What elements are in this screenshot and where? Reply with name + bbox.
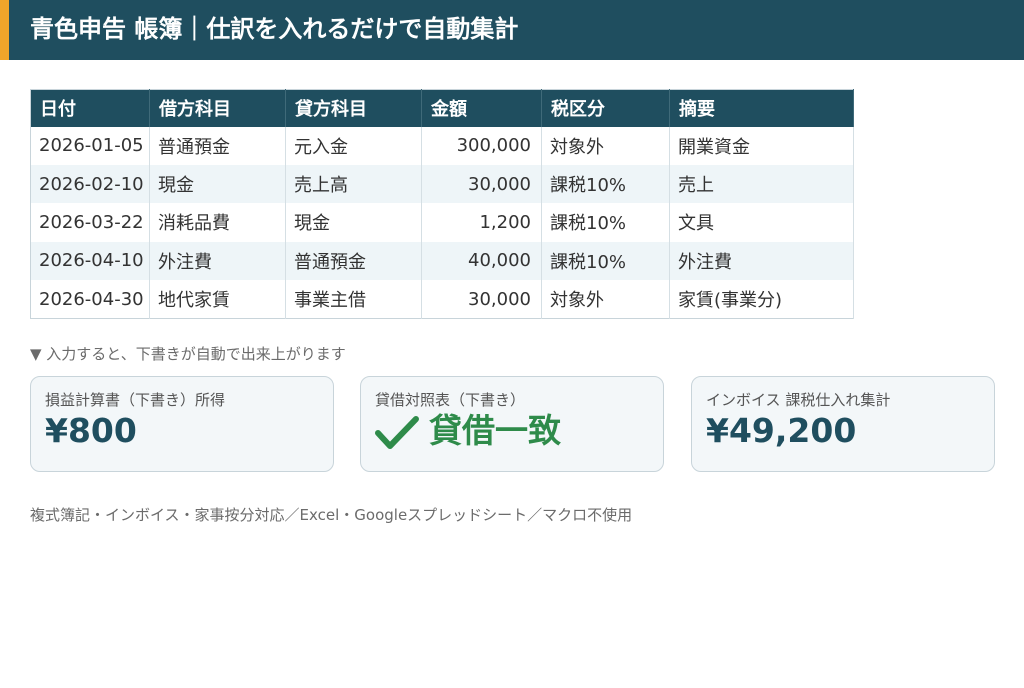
header-accent-bar (0, 0, 9, 60)
cell-memo[interactable]: 開業資金 (669, 126, 854, 165)
table-row: 2026-04-10 外注費 普通預金 40,000 課税10% 外注費 (30, 241, 854, 281)
cell-date[interactable]: 2026-03-22 (30, 203, 150, 242)
table-row: 2026-03-22 消耗品費 現金 1,200 課税10% 文具 (30, 203, 854, 242)
cell-debit[interactable]: 普通預金 (149, 126, 286, 165)
cell-credit[interactable]: 元入金 (285, 126, 422, 165)
cell-memo[interactable]: 家賃(事業分) (669, 280, 854, 319)
cell-credit[interactable]: 現金 (285, 203, 422, 242)
card-label: 損益計算書（下書き）所得 (45, 391, 226, 409)
income-statement-card: 損益計算書（下書き）所得 ¥800 (30, 376, 334, 472)
column-header-amount: 金額 (421, 89, 542, 127)
cell-debit[interactable]: 外注費 (149, 241, 286, 281)
cell-date[interactable]: 2026-01-05 (30, 126, 150, 165)
cell-tax[interactable]: 対象外 (541, 126, 670, 165)
cell-credit[interactable]: 普通預金 (285, 241, 422, 281)
balance-sheet-card: 貸借対照表（下書き） 貸借一致 (360, 376, 664, 472)
cell-memo[interactable]: 文具 (669, 203, 854, 242)
cell-tax[interactable]: 課税10% (541, 164, 670, 204)
column-header-memo: 摘要 (669, 89, 854, 127)
check-icon (375, 416, 419, 449)
table-row: 2026-04-30 地代家賃 事業主借 30,000 対象外 家賃(事業分) (30, 280, 854, 319)
table-row: 2026-01-05 普通預金 元入金 300,000 対象外 開業資金 (30, 126, 854, 165)
column-header-tax: 税区分 (541, 89, 670, 127)
cell-tax[interactable]: 課税10% (541, 203, 670, 242)
invoice-purchase-card: インボイス 課税仕入れ集計 ¥49,200 (691, 376, 995, 472)
table-row: 2026-02-10 現金 売上高 30,000 課税10% 売上 (30, 164, 854, 204)
app-header: 青色申告 帳簿｜仕訳を入れるだけで自動集計 (0, 0, 1024, 60)
invoice-value: ¥49,200 (706, 411, 857, 450)
cell-tax[interactable]: 対象外 (541, 280, 670, 319)
auto-draft-hint: ▼ 入力すると、下書きが自動で出来上がります (30, 345, 346, 363)
cell-credit[interactable]: 事業主借 (285, 280, 422, 319)
cell-debit[interactable]: 地代家賃 (149, 280, 286, 319)
balance-status: 貸借一致 (429, 411, 561, 450)
feature-note: 複式簿記・インボイス・家事按分対応／Excel・Googleスプレッドシート／マ… (30, 506, 633, 524)
cell-date[interactable]: 2026-04-10 (30, 241, 150, 281)
cell-credit[interactable]: 売上高 (285, 164, 422, 204)
column-header-credit: 貸方科目 (285, 89, 422, 127)
cell-amount[interactable]: 30,000 (421, 164, 542, 204)
income-value: ¥800 (45, 411, 137, 450)
cell-debit[interactable]: 消耗品費 (149, 203, 286, 242)
journal-table: 日付 借方科目 貸方科目 金額 税区分 摘要 2026-01-05 普通預金 元… (30, 89, 854, 319)
cell-memo[interactable]: 売上 (669, 164, 854, 204)
table-header-row: 日付 借方科目 貸方科目 金額 税区分 摘要 (30, 89, 854, 127)
column-header-date: 日付 (30, 89, 150, 127)
cell-amount[interactable]: 30,000 (421, 280, 542, 319)
cell-tax[interactable]: 課税10% (541, 241, 670, 281)
card-label: インボイス 課税仕入れ集計 (706, 391, 891, 409)
cell-amount[interactable]: 300,000 (421, 126, 542, 165)
cell-memo[interactable]: 外注費 (669, 241, 854, 281)
cell-amount[interactable]: 40,000 (421, 241, 542, 281)
cell-debit[interactable]: 現金 (149, 164, 286, 204)
page-title: 青色申告 帳簿｜仕訳を入れるだけで自動集計 (30, 15, 519, 43)
card-label: 貸借対照表（下書き） (375, 391, 526, 409)
column-header-debit: 借方科目 (149, 89, 286, 127)
cell-amount[interactable]: 1,200 (421, 203, 542, 242)
cell-date[interactable]: 2026-02-10 (30, 164, 150, 204)
cell-date[interactable]: 2026-04-30 (30, 280, 150, 319)
